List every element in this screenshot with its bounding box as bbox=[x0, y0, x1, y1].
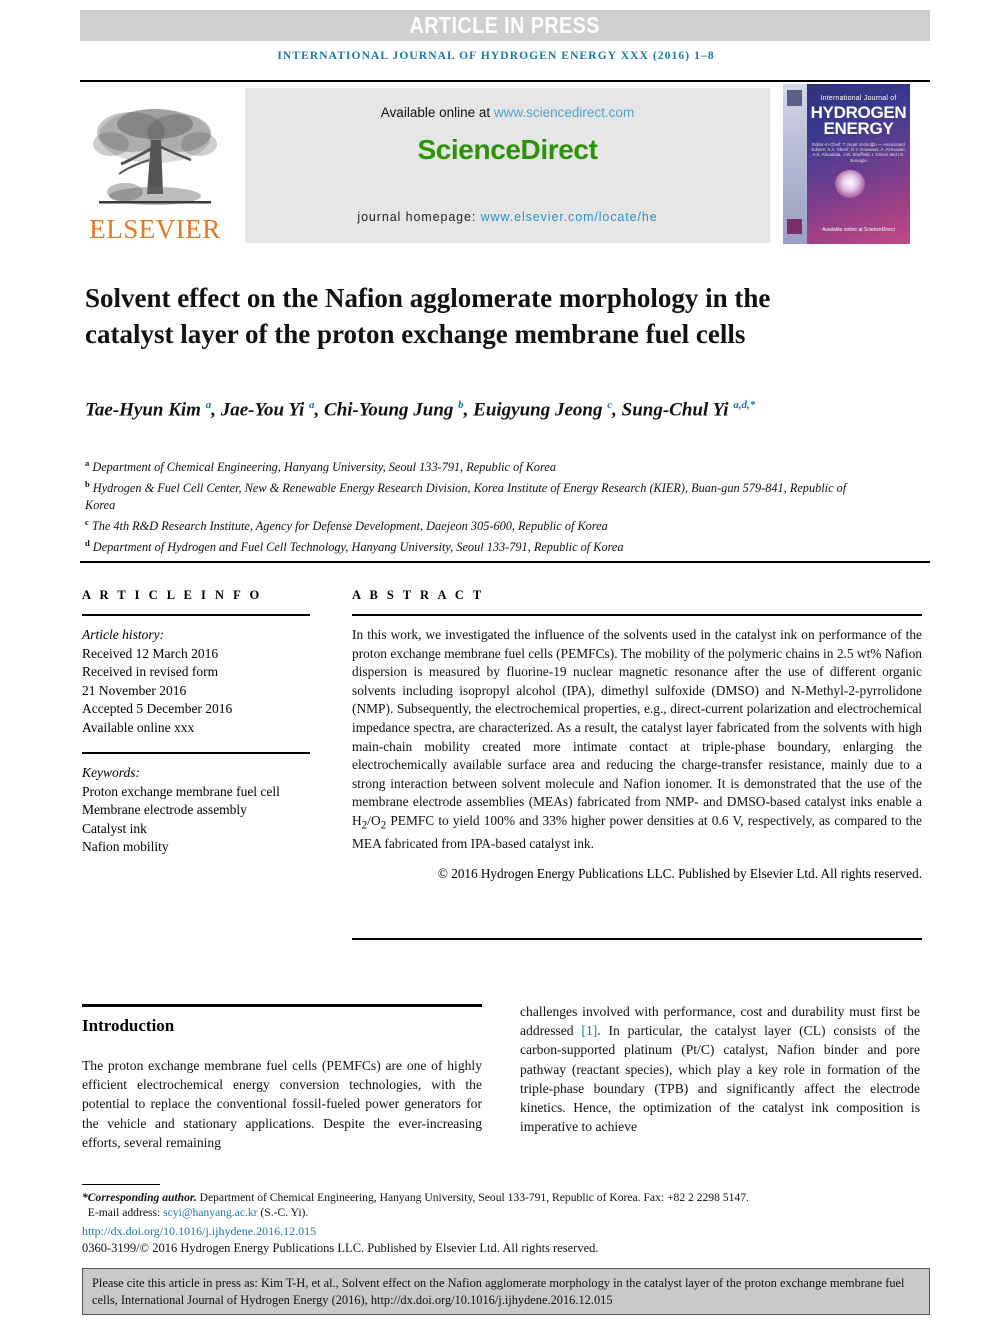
article-history-label: Article history: bbox=[82, 627, 165, 642]
journal-homepage-link[interactable]: www.elsevier.com/locate/he bbox=[481, 210, 658, 224]
abstract-rule bbox=[352, 614, 922, 616]
cover-ijhe-icon bbox=[787, 219, 802, 234]
journal-masthead: ELSEVIER Available online at www.science… bbox=[80, 80, 930, 244]
cover-editors-text: Editor-in-Chief: T. Nejat Veziroğlu — As… bbox=[811, 142, 906, 163]
page-title: Solvent effect on the Nafion agglomerate… bbox=[85, 283, 771, 350]
corresponding-author-text: Department of Chemical Engineering, Hany… bbox=[196, 1191, 749, 1204]
elsevier-wordmark: ELSEVIER bbox=[89, 214, 221, 244]
affiliation-item: b Hydrogen & Fuel Cell Center, New & Ren… bbox=[85, 479, 847, 513]
elsevier-logo: ELSEVIER bbox=[85, 88, 225, 243]
doi-link[interactable]: http://dx.doi.org/10.1016/j.ijhydene.201… bbox=[82, 1224, 316, 1239]
sciencedirect-url-link[interactable]: www.sciencedirect.com bbox=[494, 105, 634, 120]
abstract-column: A B S T R A C T In this work, we investi… bbox=[352, 588, 922, 882]
cover-sciencedirect-mark: Available online at ScienceDirect bbox=[822, 227, 895, 233]
available-online-line: Available online at www.sciencedirect.co… bbox=[381, 105, 634, 120]
article-history-item: Received in revised form bbox=[82, 664, 219, 679]
keyword-item: Nafion mobility bbox=[82, 839, 169, 854]
email-address-link[interactable]: scyi@hanyang.ac.kr bbox=[163, 1206, 257, 1219]
cover-orb-graphic bbox=[835, 170, 865, 198]
abstract-copyright: © 2016 Hydrogen Energy Publications LLC.… bbox=[437, 865, 922, 881]
corresponding-author-label: *Corresponding author. bbox=[82, 1191, 197, 1204]
article-history-item: Accepted 5 December 2016 bbox=[82, 701, 233, 716]
keyword-item: Membrane electrode assembly bbox=[82, 802, 247, 817]
journal-homepage-line: journal homepage: www.elsevier.com/locat… bbox=[357, 210, 657, 224]
cite-this-article-box: Please cite this article in press as: Ki… bbox=[82, 1268, 930, 1315]
keywords-label: Keywords: bbox=[82, 765, 140, 780]
article-info-rule bbox=[82, 614, 310, 616]
cover-title-line2: ENERGY bbox=[823, 119, 894, 138]
introduction-left-column: The proton exchange membrane fuel cells … bbox=[82, 1058, 482, 1150]
corresponding-author-note: *Corresponding author. Department of Che… bbox=[82, 1190, 930, 1220]
abstract-bottom-rule bbox=[352, 938, 922, 940]
article-history-item: 21 November 2016 bbox=[82, 682, 187, 698]
author-list: Tae-Hyun Kim a, Jae-You Yi a, Chi-Young … bbox=[85, 399, 756, 421]
journal-homepage-prefix: journal homepage: bbox=[357, 210, 481, 224]
introduction-top-rule bbox=[82, 1004, 482, 1007]
journal-running-head: INTERNATIONAL JOURNAL OF HYDROGEN ENERGY… bbox=[277, 50, 715, 62]
cover-title-main: HYDROGEN ENERGY bbox=[809, 104, 908, 138]
article-in-press-label: ARTICLE IN PRESS bbox=[409, 12, 601, 38]
affiliation-item: c The 4th R&D Research Institute, Agency… bbox=[85, 517, 608, 534]
affiliation-list: a Department of Chemical Engineering, Ha… bbox=[85, 455, 855, 556]
email-address-label: E-mail address: bbox=[87, 1206, 164, 1219]
intro-right-post: . In particular, the catalyst layer (CL)… bbox=[520, 1023, 920, 1135]
article-info-heading: A R T I C L E I N F O bbox=[82, 588, 263, 602]
abstract-heading: A B S T R A C T bbox=[352, 588, 485, 602]
article-history-items: Received 12 March 2016 Received in revise… bbox=[82, 645, 322, 738]
article-in-press-banner: ARTICLE IN PRESS bbox=[80, 10, 930, 41]
sciencedirect-logo[interactable]: ScienceDirect bbox=[417, 134, 597, 166]
keywords-items: Proton exchange membrane fuel cell Membra… bbox=[82, 783, 322, 857]
introduction-heading: Introduction bbox=[82, 1016, 175, 1035]
article-info-column: A R T I C L E I N F O Article history: R… bbox=[82, 588, 322, 857]
citation-ref-1[interactable]: [1] bbox=[581, 1023, 597, 1038]
introduction-right-column: challenges involved with performance, co… bbox=[520, 1002, 920, 1136]
keywords-rule bbox=[82, 752, 310, 754]
article-history-item: Received 12 March 2016 bbox=[82, 645, 219, 661]
elsevier-tree-icon bbox=[93, 109, 217, 205]
affiliation-item: d Department of Hydrogen and Fuel Cell T… bbox=[85, 538, 624, 555]
keywords-block: Keywords: Proton exchange membrane fuel … bbox=[82, 764, 322, 857]
cover-elsevier-icon bbox=[787, 90, 802, 106]
journal-cover-thumbnail: International Journal of HYDROGEN ENERGY… bbox=[783, 84, 910, 244]
email-address-suffix: (S.-C. Yi). bbox=[257, 1206, 309, 1219]
keyword-item: Proton exchange membrane fuel cell bbox=[82, 783, 280, 799]
article-history-item: Available online xxx bbox=[82, 719, 195, 735]
affiliation-item: a Department of Chemical Engineering, Ha… bbox=[85, 458, 556, 475]
article-history-block: Article history: Received 12 March 2016 R… bbox=[82, 626, 322, 737]
issn-copyright-line: 0360-3199/© 2016 Hydrogen Energy Publica… bbox=[82, 1241, 599, 1255]
keyword-item: Catalyst ink bbox=[82, 820, 147, 836]
abstract-body: In this work, we investigated the influe… bbox=[352, 627, 922, 852]
cover-title-prefix: International Journal of bbox=[820, 95, 897, 102]
info-abstract-top-rule bbox=[80, 561, 930, 563]
sciencedirect-banner: Available online at www.sciencedirect.co… bbox=[245, 88, 770, 243]
footnote-rule bbox=[82, 1184, 160, 1185]
available-online-prefix: Available online at bbox=[380, 105, 494, 120]
